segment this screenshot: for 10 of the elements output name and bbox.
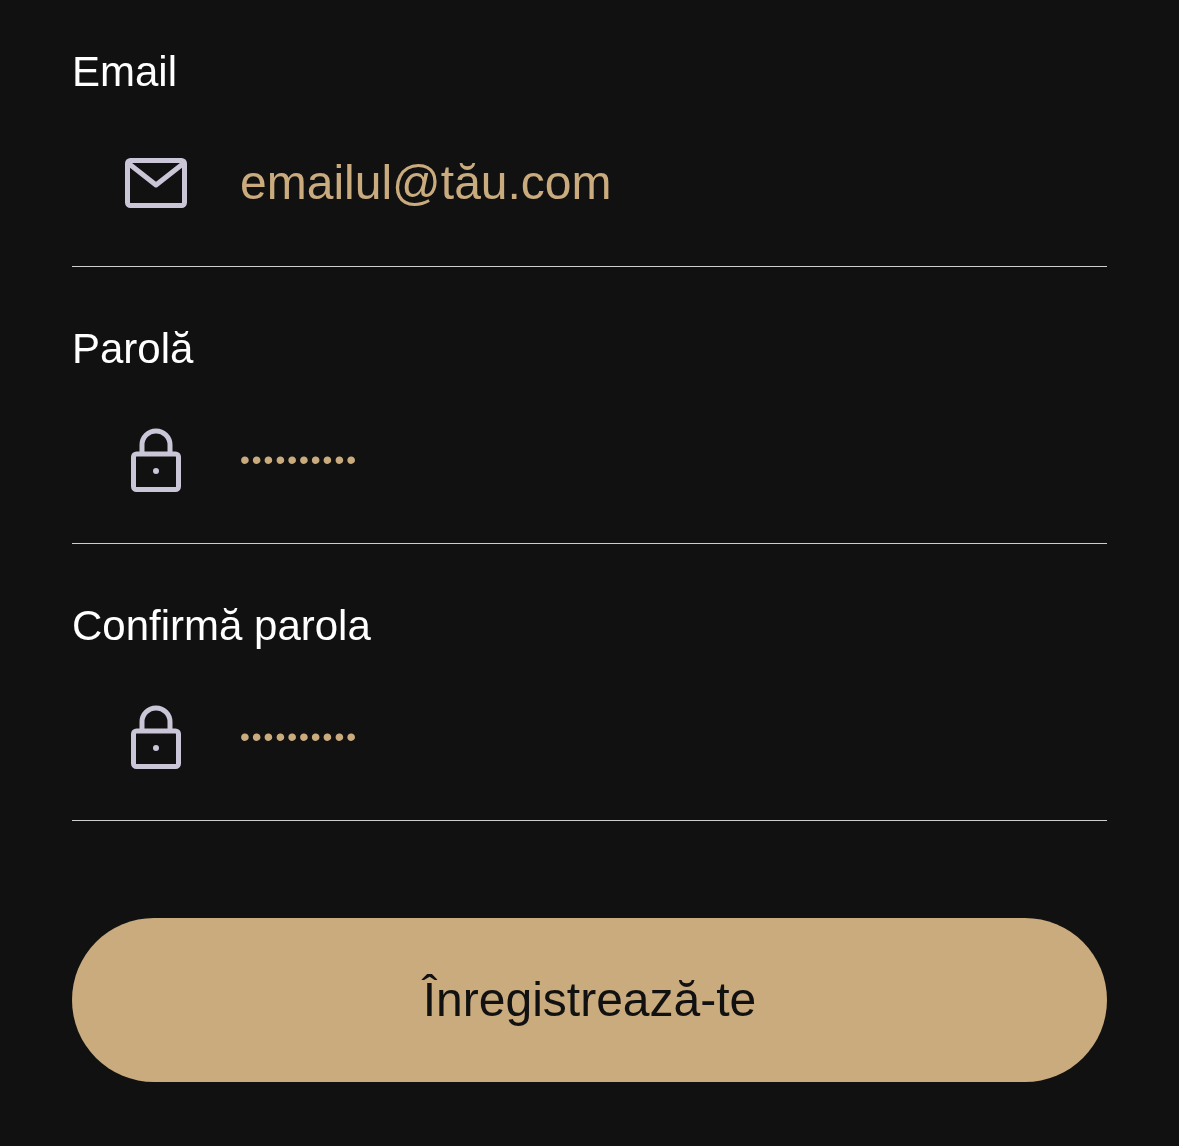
field-label: Parolă <box>72 324 194 374</box>
email-field[interactable]: emailul@tău.com <box>240 147 1107 219</box>
lock-icon <box>131 705 181 769</box>
field-label: Email <box>72 47 178 97</box>
field-label: Confirmă parola <box>72 601 371 651</box>
register-button[interactable]: Înregistrează-te <box>72 918 1107 1082</box>
lock-icon <box>131 428 181 492</box>
mail-icon <box>125 158 187 208</box>
password-field[interactable]: •••••••••• <box>240 716 1107 758</box>
password-field[interactable]: •••••••••• <box>240 439 1107 481</box>
